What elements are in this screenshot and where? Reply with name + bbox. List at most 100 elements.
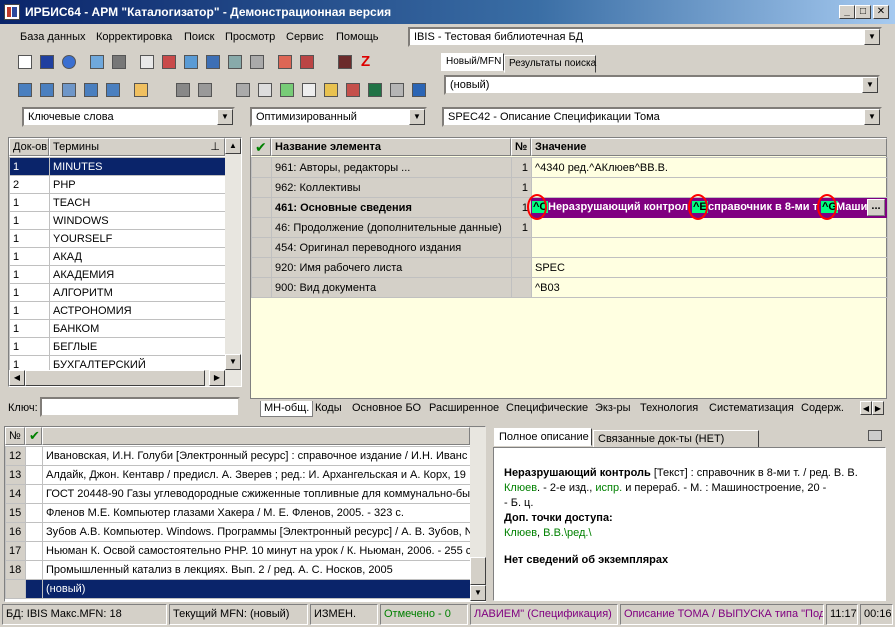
dict-row[interactable]: 1 YOURSELF [9,229,226,248]
minimize-button[interactable]: _ [839,5,855,19]
dict-row[interactable]: 1 TEACH [9,193,226,212]
menu-help[interactable]: Помощь [336,31,379,43]
pages-icon[interactable] [300,81,318,99]
tab-mn-general[interactable]: МН-общ. [260,401,314,417]
tab-new-mfn[interactable]: Новый/MFN [441,53,504,71]
dict-header-terms[interactable]: Термины ⊥ [49,138,225,156]
check-icon[interactable]: ✔ [251,138,271,156]
scroll-right-icon[interactable]: ▶ [209,370,225,386]
field-value[interactable] [531,237,888,258]
field-value[interactable] [531,177,888,198]
list-icon[interactable] [226,53,244,71]
export-icon[interactable] [276,53,294,71]
excel-icon[interactable] [366,81,384,99]
edit-note-icon[interactable] [38,81,56,99]
records-header-num[interactable]: № [5,427,25,445]
tab-systematization[interactable]: Систематизация [706,401,797,417]
view-icon[interactable] [174,81,192,99]
open-folder-icon[interactable] [322,81,340,99]
dict-row[interactable]: 2 PHP [9,175,226,194]
dict-row[interactable]: 1 БЕГЛЫЕ [9,337,226,356]
maximize-button[interactable]: □ [855,5,871,19]
dict-row[interactable]: 1 MINUTES [9,157,226,176]
help-book-icon[interactable] [410,81,428,99]
undo-icon[interactable] [60,53,78,71]
chevron-down-icon[interactable]: ▼ [862,77,878,93]
scroll-left-icon[interactable]: ◀ [9,370,25,386]
field-row[interactable]: 961: Авторы, редакторы ... 1 ^4340 ред.^AК… [251,157,888,178]
forward-arrow-icon[interactable] [110,53,128,71]
records-check-icon[interactable]: ✔ [25,427,42,445]
fields-header-num[interactable]: № [511,138,531,156]
field-row[interactable]: 900: Вид документа ^B03 [251,277,888,298]
search-mode-select[interactable]: Ключевые слова ▼ [22,107,235,127]
save-icon[interactable] [38,53,56,71]
scroll-up-icon[interactable]: ▲ [225,138,241,154]
search-field-icon[interactable] [82,81,100,99]
menu-search[interactable]: Поиск [184,31,214,43]
scroll-down-icon[interactable]: ▼ [470,585,486,601]
dict-header-count[interactable]: Док-ов [9,138,49,156]
chevron-down-icon[interactable]: ▼ [864,29,880,45]
fields-header-value[interactable]: Значение [531,138,887,156]
menu-service[interactable]: Сервис [286,31,324,43]
field-row[interactable]: 46: Продолжение (дополнительные данные) 1 [251,217,888,238]
tab-main-bo[interactable]: Основное БО [349,401,424,417]
printer-icon[interactable] [234,81,252,99]
record-row[interactable]: 18 Промышленный катализ в лекциях. Вып. 2… [5,560,471,580]
record-row[interactable]: 12 Ивановская, И.Н. Голуби [Электронный р… [5,446,471,466]
record-mark[interactable] [25,446,43,466]
fields-header-name[interactable]: Название элемента [271,138,511,156]
preview-link-author[interactable]: Клюев [504,482,537,494]
menu-edit[interactable]: Корректировка [96,31,172,43]
record-row[interactable]: 13 Алдайк, Джон. Кентавр / предисл. А. Зв… [5,465,471,485]
folder-icon[interactable] [196,81,214,99]
tab-extended[interactable]: Расширенное [426,401,502,417]
delete-icon[interactable] [248,53,266,71]
record-mark[interactable] [25,560,43,580]
app-icon[interactable] [4,4,20,20]
field-value[interactable]: ^4340 ред.^AКлюев^BВ.В. [531,157,888,178]
back-arrow-icon[interactable] [88,53,106,71]
record-select[interactable]: (новый) ▼ [444,75,880,95]
print-icon[interactable] [866,428,884,444]
doc-icon[interactable] [256,81,274,99]
record-mark[interactable] [25,503,43,523]
field-row[interactable]: 920: Имя рабочего листа SPEC [251,257,888,278]
menu-database[interactable]: База данных [20,31,86,43]
dict-row[interactable]: 1 АЛГОРИТМ [9,283,226,302]
field-row[interactable]: 454: Оригинал переводного издания [251,237,888,258]
tree-icon[interactable] [104,81,122,99]
field-row[interactable]: 962: Коллективы 1 [251,177,888,198]
chevron-down-icon[interactable]: ▼ [217,109,233,125]
record-row[interactable]: 15 Фленов М.Е. Компьютер глазами Хакера /… [5,503,471,523]
tab-linked-docs[interactable]: Связанные док-ты (НЕТ) [593,430,759,448]
dict-row[interactable]: 1 БАНКОМ [9,319,226,338]
record-row[interactable]: (новый) [5,579,471,599]
field-value[interactable]: SPEC [531,257,888,278]
import-icon[interactable] [182,53,200,71]
calc-icon[interactable] [336,53,354,71]
tab-scroll-right-icon[interactable]: ▶ [872,401,884,415]
tab-codes[interactable]: Коды [312,401,345,417]
book-icon[interactable] [388,81,406,99]
dict-vscroll[interactable]: ▲ ▼ [225,138,241,370]
preview-link-revised[interactable]: испр. [595,482,622,494]
worksheet-select[interactable]: SPEC42 - Описание Спецификации Тома ▼ [442,107,882,127]
chart-icon[interactable] [344,81,362,99]
grid-icon[interactable] [160,53,178,71]
record-row[interactable]: 14 ГОСТ 20448-90 Газы углеводородные сжиж… [5,484,471,504]
pin-icon[interactable]: ⊥ [210,140,220,153]
print-preview-icon[interactable] [298,53,316,71]
menu-view[interactable]: Просмотр [225,31,275,43]
doc-arrow-icon[interactable] [278,81,296,99]
field-value[interactable]: ^B03 [531,277,888,298]
tab-specific[interactable]: Специфические [503,401,591,417]
copy-record-icon[interactable] [138,53,156,71]
chevron-down-icon[interactable]: ▼ [409,109,425,125]
record-mark[interactable] [25,484,43,504]
hand-icon[interactable] [132,81,150,99]
tab-full-description[interactable]: Полное описание [494,428,592,446]
close-button[interactable]: ✕ [873,5,889,19]
dict-hscroll[interactable]: ◀ ▶ [9,370,241,386]
